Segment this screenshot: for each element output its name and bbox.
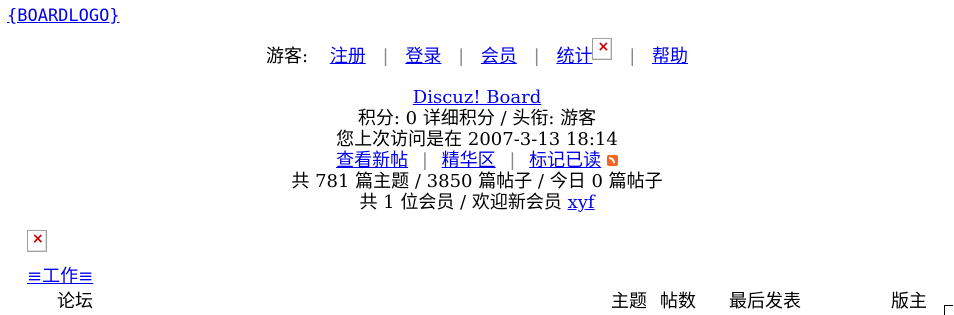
stats-line: 共 781 篇主题 / 3850 篇帖子 / 今日 0 篇帖子 (291, 171, 663, 192)
board-name-link[interactable]: Discuz! Board (413, 87, 541, 108)
info-separator: | (509, 150, 516, 171)
guest-label: 游客: (266, 46, 309, 67)
members-link[interactable]: 会员 (481, 46, 517, 67)
newest-member-link[interactable]: xyf (568, 192, 595, 213)
last-visit-text: 您上次访问是在 2007-3-13 18:14 (336, 129, 618, 150)
info-separator: | (421, 150, 428, 171)
credits-line: 积分: 0 详细积分 / 头衔: 游客 (357, 108, 597, 129)
forum-table-header: 论坛 主题 帖数 最后发表 版主 (0, 287, 954, 312)
login-link[interactable]: 登录 (405, 46, 441, 67)
digest-link[interactable]: 精华区 (442, 150, 496, 171)
stats-link[interactable]: 统计 (556, 46, 592, 67)
column-moderator: 版主 (891, 291, 927, 312)
column-last-post: 最后发表 (729, 291, 801, 312)
board-info: Discuz! Board 积分: 0 详细积分 / 头衔: 游客 您上次访问是… (0, 87, 954, 213)
help-link[interactable]: 帮助 (652, 46, 688, 67)
nav-separator: | (458, 46, 465, 67)
category-title-link[interactable]: ≡工作≡ (27, 262, 93, 288)
nav-separator: | (629, 46, 636, 67)
mark-read-link[interactable]: 标记已读 (529, 150, 601, 171)
members-summary: 共 1 位会员 / 欢迎新会员 (359, 192, 562, 213)
column-topics: 主题 (611, 291, 647, 312)
nav-separator: | (533, 46, 540, 67)
rss-icon[interactable] (606, 155, 618, 166)
new-posts-link[interactable]: 查看新帖 (336, 150, 408, 171)
board-logo-link[interactable]: {BOARDLOGO} (7, 6, 120, 26)
nav-separator: | (382, 46, 389, 67)
register-link[interactable]: 注册 (330, 46, 366, 67)
top-navigation: 游客: 注册 | 登录 | 会员 | 统计 | 帮助 (0, 38, 954, 71)
column-forum: 论坛 (57, 291, 93, 312)
column-posts: 帖数 (660, 291, 696, 312)
broken-image-icon[interactable] (592, 38, 613, 60)
broken-image-icon[interactable] (27, 230, 47, 252)
